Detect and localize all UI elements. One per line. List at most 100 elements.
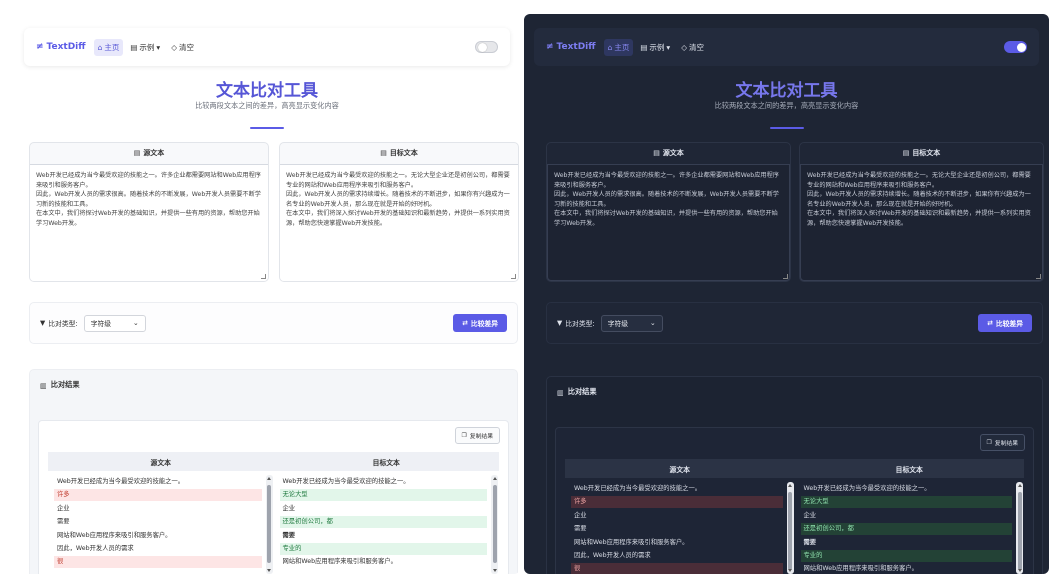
compare-type-label: ▼ 比对类型: — [557, 318, 595, 328]
compare-button[interactable]: ⇄ 比较差异 — [453, 314, 507, 332]
home-icon: ⌂ — [97, 42, 103, 52]
light-theme-view: ≠ TextDiff ⌂ 主页 ▤ 示例 ▾ ◇ 清空 文本比对工具 比较两段文… — [14, 14, 520, 574]
col-source-header: 源文本 — [150, 458, 171, 467]
target-textarea[interactable]: Web开发已经成为当今最受欢迎的技能之一。无论大型企业还是初创公司，都需要专业的… — [280, 164, 518, 281]
title-divider — [250, 127, 284, 129]
compare-button[interactable]: ⇄ 比较差异 — [978, 314, 1032, 332]
diff-line-same: 需要 — [574, 525, 587, 533]
nav-examples-label: 示例 — [139, 42, 155, 52]
nav-clear[interactable]: ◇ 清空 — [167, 39, 198, 56]
diff-column-headers: 源文本 目标文本 — [565, 459, 1024, 478]
source-textarea[interactable]: Web开发已经成为当今最受欢迎的技能之一。许多企业都需要网站和Web应用程序来吸… — [30, 164, 268, 281]
page-title: 文本比对工具 — [216, 81, 318, 101]
scroll-up-arrow-icon[interactable] — [788, 484, 792, 487]
diff-line-same: 网站和Web应用程序来吸引和服务客户。 — [282, 558, 397, 566]
compare-controls: ▼ 比对类型: 字符级 ⌄ ⇄ 比较差异 — [29, 302, 518, 344]
filter-icon: ▼ — [40, 319, 46, 327]
compare-type-select[interactable]: 字符级 ⌄ — [83, 314, 146, 332]
resize-handle-icon[interactable] — [261, 274, 266, 279]
diff-target-column: Web开发已经成为当今最受欢迎的技能之一。 无论大型 企业 还是初创公司，都 需要 专业的… — [795, 480, 1025, 574]
results-title: 比对结果 — [50, 380, 80, 389]
diff-scrollbar[interactable] — [491, 475, 498, 574]
page-subtitle: 比较两段文本之间的差异，高亮显示变化内容 — [195, 101, 339, 110]
document-icon: ▤ — [380, 149, 387, 157]
diff-line-same: 网站和Web应用程序来吸引和服务客户。 — [57, 531, 172, 539]
diff-line-del: 很 — [571, 563, 783, 574]
diff-line-bold: 需要 — [803, 538, 817, 546]
diff-scrollbar[interactable] — [786, 482, 794, 574]
resize-handle-icon[interactable] — [783, 274, 788, 279]
copy-results-button[interactable]: ❐ 复制结果 — [979, 434, 1025, 451]
resize-handle-icon[interactable] — [511, 274, 516, 279]
nav-clear-label: 清空 — [688, 42, 704, 52]
scrollbar-thumb[interactable] — [788, 492, 792, 570]
diff-line-add: 专业的 — [800, 549, 1012, 562]
scroll-down-arrow-icon[interactable] — [1017, 569, 1022, 572]
scroll-down-arrow-icon[interactable] — [788, 569, 792, 572]
not-equal-icon: ≠ — [546, 42, 554, 52]
source-text-card: ▤ 源文本 Web开发已经成为当今最受欢迎的技能之一。许多企业都需要网站和Web… — [29, 142, 269, 282]
nav-home[interactable]: ⌂ 主页 — [93, 38, 124, 56]
target-text-card: ▤ 目标文本 Web开发已经成为当今最受欢迎的技能之一。无论大型企业还是初创公司… — [279, 142, 519, 282]
scroll-down-arrow-icon[interactable] — [492, 569, 497, 572]
compare-type-label: ▼ 比对类型: — [40, 318, 78, 328]
scroll-up-arrow-icon[interactable] — [492, 477, 497, 480]
compare-type-select[interactable]: 字符级 ⌄ — [600, 314, 663, 332]
page-subtitle: 比较两段文本之间的差异，高亮显示变化内容 — [714, 101, 859, 110]
diff-scrollbar[interactable] — [1016, 482, 1023, 574]
chevron-down-icon: ⌄ — [133, 319, 139, 327]
brand-logo[interactable]: ≠ TextDiff — [546, 42, 596, 52]
results-header: ▥ 比对结果 — [40, 380, 80, 390]
col-target-header: 目标文本 — [895, 465, 923, 474]
compare-button-label: 比较差异 — [470, 320, 498, 328]
scroll-up-arrow-icon[interactable] — [1017, 484, 1022, 487]
nav-examples-dropdown[interactable]: ▤ 示例 ▾ — [126, 39, 164, 56]
home-icon: ⌂ — [607, 42, 613, 52]
scroll-up-arrow-icon[interactable] — [267, 477, 271, 480]
brand-logo[interactable]: ≠ TextDiff — [36, 42, 86, 52]
results-section: ▥ 比对结果 ❐ 复制结果 源文本 目标文本 Web开发已经成为当今最受欢迎的技… — [29, 369, 518, 574]
theme-toggle[interactable] — [475, 41, 498, 53]
source-card-header: ▤ 源文本 — [30, 143, 268, 163]
caret-down-icon: ▾ — [666, 42, 671, 52]
diff-line-bold: 需要 — [282, 531, 296, 539]
diff-line-same: 因此，Web开发人员的需求 — [574, 551, 651, 559]
target-textarea[interactable]: Web开发已经成为当今最受欢迎的技能之一。无论大型企业还是初创公司，都需要专业的… — [800, 164, 1043, 281]
theme-toggle[interactable] — [1004, 41, 1027, 53]
nav-home[interactable]: ⌂ 主页 — [603, 38, 634, 56]
nav-examples-label: 示例 — [649, 42, 665, 52]
compare-button-label: 比较差异 — [995, 320, 1023, 328]
source-textarea[interactable]: Web开发已经成为当今最受欢迎的技能之一。许多企业都需要网站和Web应用程序来吸… — [547, 164, 790, 281]
eraser-icon: ◇ — [171, 42, 177, 52]
source-text-card: ▤ 源文本 Web开发已经成为当今最受欢迎的技能之一。许多企业都需要网站和Web… — [546, 142, 791, 282]
diff-line-same: Web开发已经成为当今最受欢迎的技能之一。 — [57, 478, 185, 485]
results-panel: ❐ 复制结果 源文本 目标文本 Web开发已经成为当今最受欢迎的技能之一。 许多企… — [38, 420, 509, 574]
top-navbar: ≠ TextDiff ⌂ 主页 ▤ 示例 ▾ ◇ 清空 — [534, 28, 1039, 66]
compare-type-text: 比对类型: — [565, 320, 595, 328]
title-divider — [769, 127, 804, 129]
scrollbar-thumb[interactable] — [492, 485, 497, 563]
toggle-knob — [1016, 42, 1026, 52]
compare-controls: ▼ 比对类型: 字符级 ⌄ ⇄ 比较差异 — [546, 302, 1043, 344]
source-card-title: 源文本 — [143, 149, 165, 157]
diff-table: 源文本 目标文本 Web开发已经成为当今最受欢迎的技能之一。 许多 企业 需要 网站和W… — [565, 459, 1024, 574]
nav-home-label: 主页 — [614, 42, 630, 52]
resize-handle-icon[interactable] — [1036, 274, 1041, 279]
scrollbar-thumb[interactable] — [267, 485, 271, 563]
chart-icon: ▥ — [557, 387, 564, 397]
toggle-knob — [478, 43, 487, 52]
nav-clear[interactable]: ◇ 清空 — [677, 39, 708, 56]
scroll-down-arrow-icon[interactable] — [267, 569, 271, 572]
compare-type-text: 比对类型: — [48, 320, 78, 328]
copy-results-label: 复制结果 — [994, 441, 1018, 447]
target-card-header: ▤ 目标文本 — [280, 143, 518, 163]
copy-results-button[interactable]: ❐ 复制结果 — [454, 427, 500, 444]
diff-line-del: 很 — [54, 556, 262, 569]
scrollbar-thumb[interactable] — [1017, 492, 1022, 570]
diff-line-same: 网站和Web应用程序来吸引和服务客户。 — [803, 565, 918, 573]
diff-line-same: 企业 — [282, 504, 296, 512]
nav-examples-dropdown[interactable]: ▤ 示例 ▾ — [636, 39, 674, 56]
diff-source-column: Web开发已经成为当今最受欢迎的技能之一。 许多 企业 需要 网站和Web应用程序来吸引… — [565, 480, 795, 574]
diff-scrollbar[interactable] — [265, 475, 273, 574]
diff-line-same: Web开发已经成为当今最受欢迎的技能之一。 — [574, 485, 702, 492]
